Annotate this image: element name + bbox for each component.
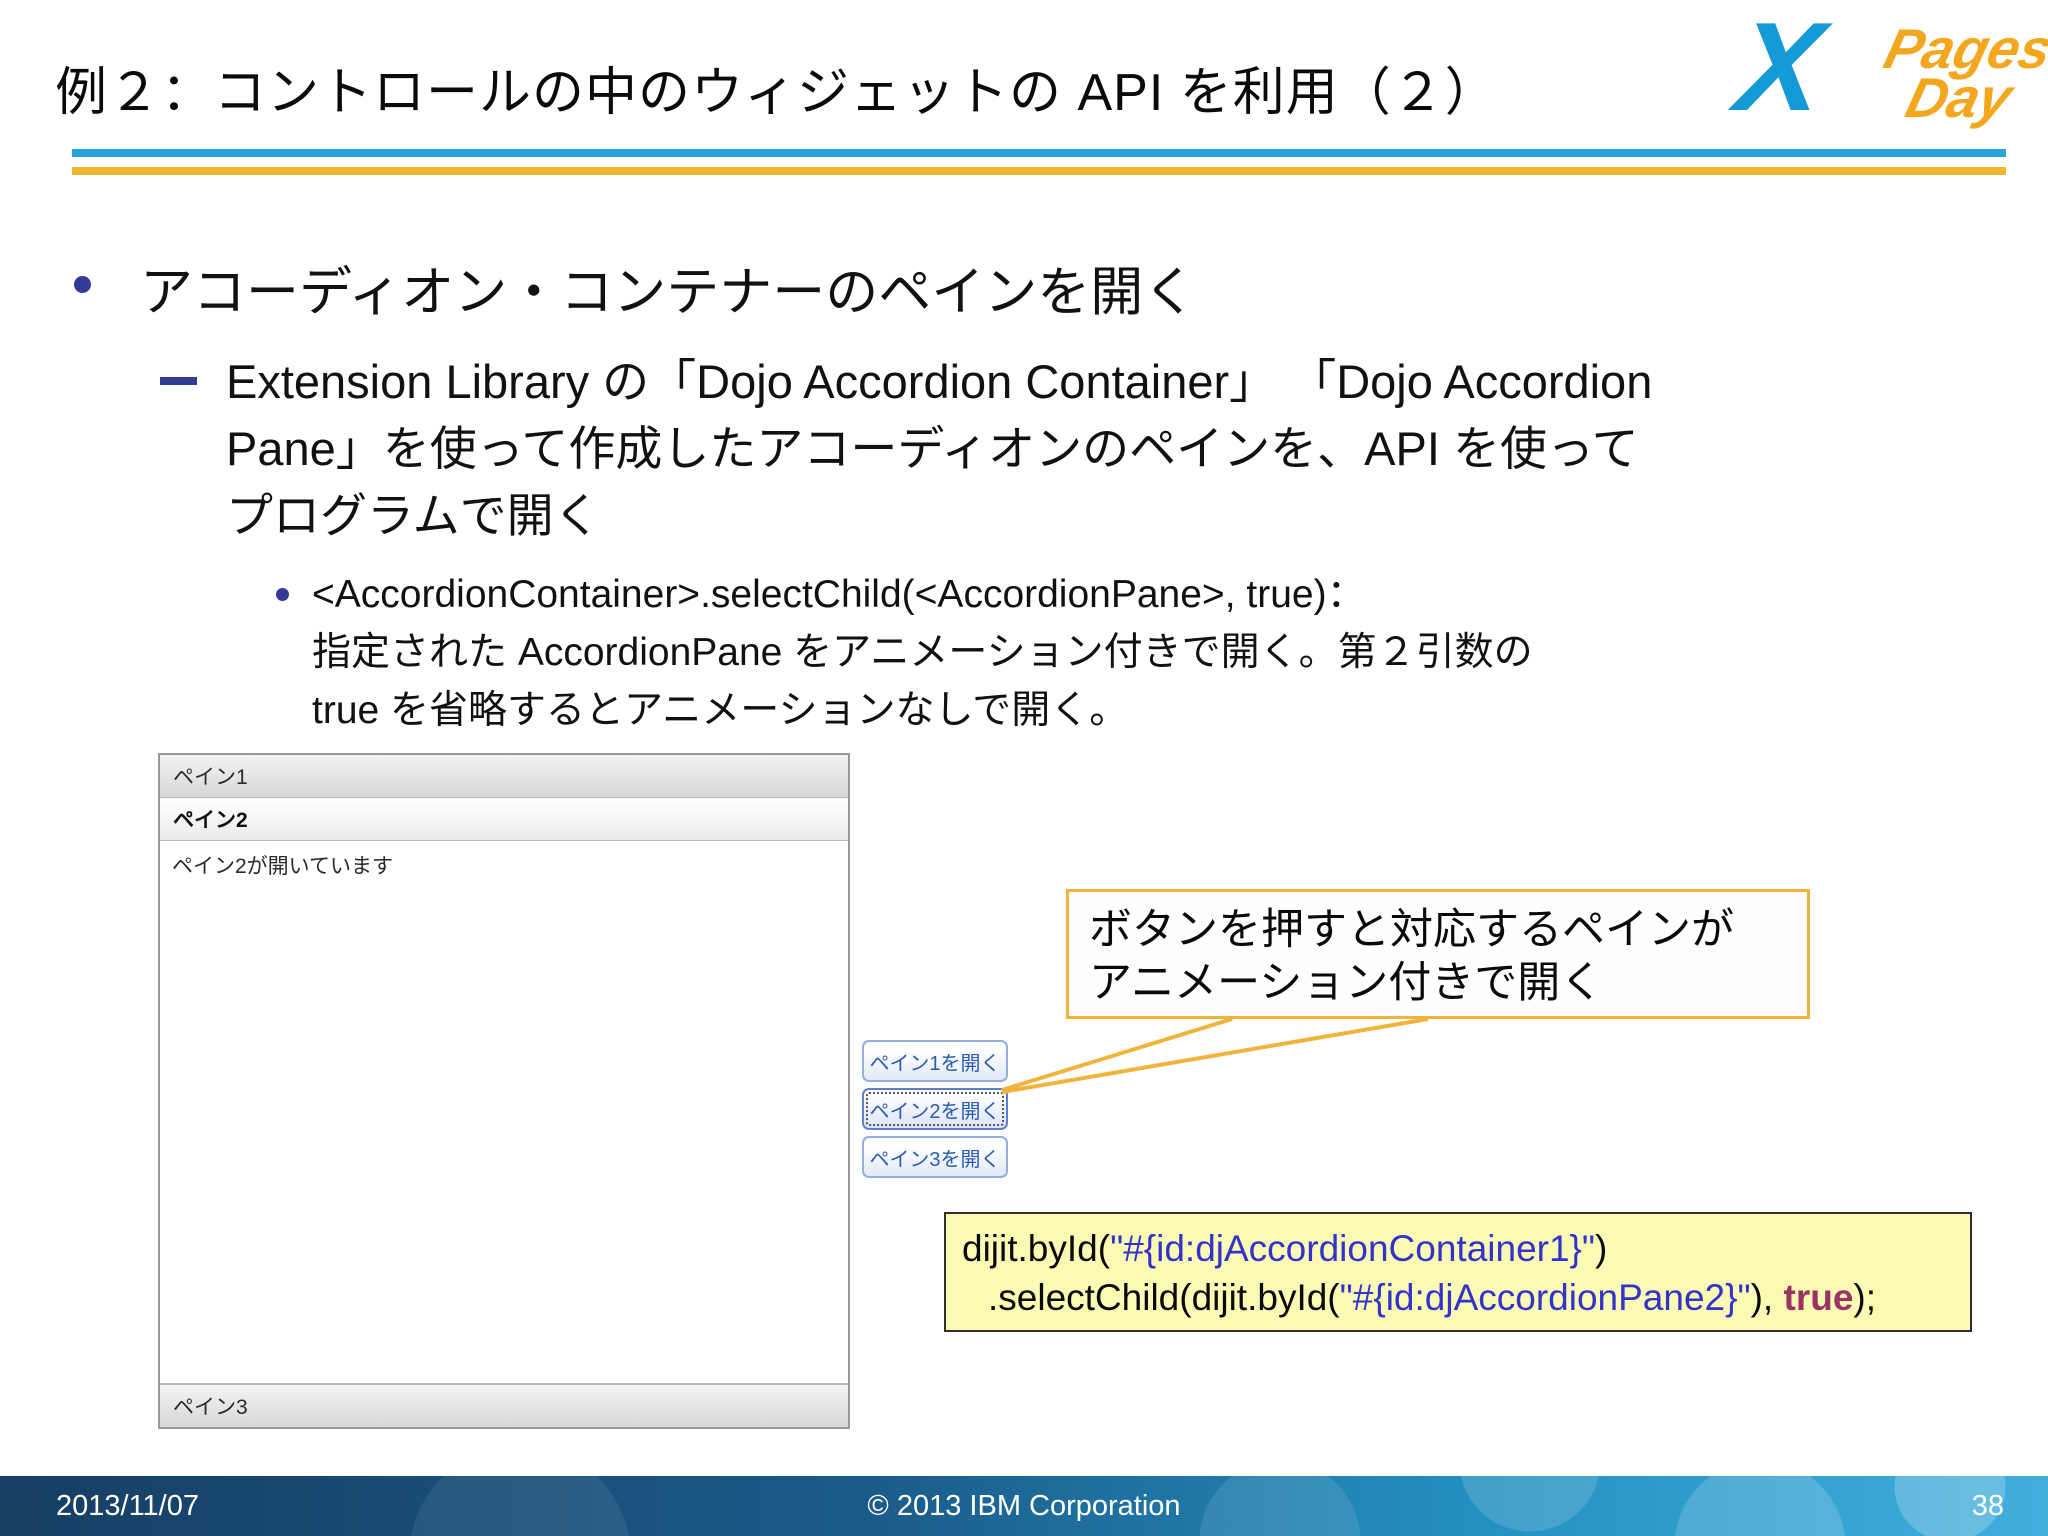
code-token: ) (1595, 1228, 1608, 1269)
footer-bar: 2013/11/07 © 2013 IBM Corporation 38 (0, 1476, 2048, 1536)
logo-x-glyph: X (1730, 0, 1830, 137)
code-token: .selectChild(dijit.byId( (988, 1277, 1340, 1318)
bullet1-text: アコーディオン・コンテナーのペインを開く (140, 263, 1197, 322)
slide: 例２：コントロールの中のウィジェットの API を利用（２） X Pages D… (0, 0, 2048, 1536)
sub-bullet-dot (276, 588, 289, 601)
code-line1: dijit.byId("#{id:djAccordionContainer1}"… (962, 1224, 1954, 1273)
code-token: ), (1750, 1277, 1784, 1318)
callout-line2: アニメーション付きで開く (1089, 959, 1604, 1007)
footer-page-number: 38 (1971, 1490, 2004, 1522)
accordion-pane2-header[interactable]: ペイン2 (160, 798, 848, 841)
title-rule-blue (72, 149, 2006, 157)
code-box: dijit.byId("#{id:djAccordionContainer1}"… (944, 1212, 1972, 1332)
page-title: 例２：コントロールの中のウィジェットの API を利用（２） (55, 64, 1498, 122)
title-rule-yellow (72, 167, 2006, 175)
open-pane3-button[interactable]: ペイン3を開く (862, 1136, 1008, 1178)
open-pane2-button[interactable]: ペイン2を開く (862, 1088, 1008, 1130)
open-pane1-button[interactable]: ペイン1を開く (862, 1040, 1008, 1082)
accordion-pane2-content: ペイン2が開いています (160, 841, 848, 1384)
bullet3-line1: <AccordionContainer>.selectChild(<Accord… (312, 573, 1366, 616)
code-token-bool: true (1783, 1277, 1854, 1318)
logo-wordmark: Pages Day (1868, 17, 2048, 130)
code-token: ); (1853, 1277, 1877, 1318)
bullet2-line2: Pane」を使って作成したアコーディオンのペインを、API を使って (226, 422, 1639, 475)
accordion-pane3-header[interactable]: ペイン3 (160, 1384, 848, 1427)
bullet3-line3: true を省略するとアニメーションなしで開く。 (312, 689, 1129, 732)
dash-bullet (160, 377, 197, 385)
xpagesday-logo: X Pages Day (1731, 0, 2048, 138)
code-token-string: "#{id:djAccordionPane2}" (1339, 1277, 1751, 1318)
bullet3-line2: 指定された AccordionPane をアニメーション付きで開く。第２引数の (312, 631, 1533, 674)
bullet2-line3: プログラムで開く (226, 489, 601, 542)
callout-box: ボタンを押すと対応するペインが アニメーション付きで開く (1066, 889, 1810, 1019)
code-token: dijit.byId( (962, 1228, 1111, 1269)
code-token-string: "#{id:djAccordionContainer1}" (1110, 1228, 1596, 1269)
accordion-container: ペイン1 ペイン2 ペイン2が開いています ペイン3 (158, 753, 850, 1429)
bullet-dot (74, 276, 91, 293)
button-column: ペイン1を開く ペイン2を開く ペイン3を開く (862, 1040, 1008, 1178)
bullet2-text: Extension Library の「Dojo Accordion Conta… (226, 348, 1652, 549)
callout-line1: ボタンを押すと対応するペインが (1089, 906, 1734, 954)
footer-copyright: © 2013 IBM Corporation (867, 1490, 1181, 1522)
bullet2-line1: Extension Library の「Dojo Accordion Conta… (226, 355, 1653, 408)
code-line2: .selectChild(dijit.byId("#{id:djAccordio… (962, 1273, 1954, 1322)
logo-word-day: Day (1900, 66, 2019, 130)
bullet3-text: <AccordionContainer>.selectChild(<Accord… (312, 566, 1533, 740)
accordion-pane1-header[interactable]: ペイン1 (160, 755, 848, 798)
